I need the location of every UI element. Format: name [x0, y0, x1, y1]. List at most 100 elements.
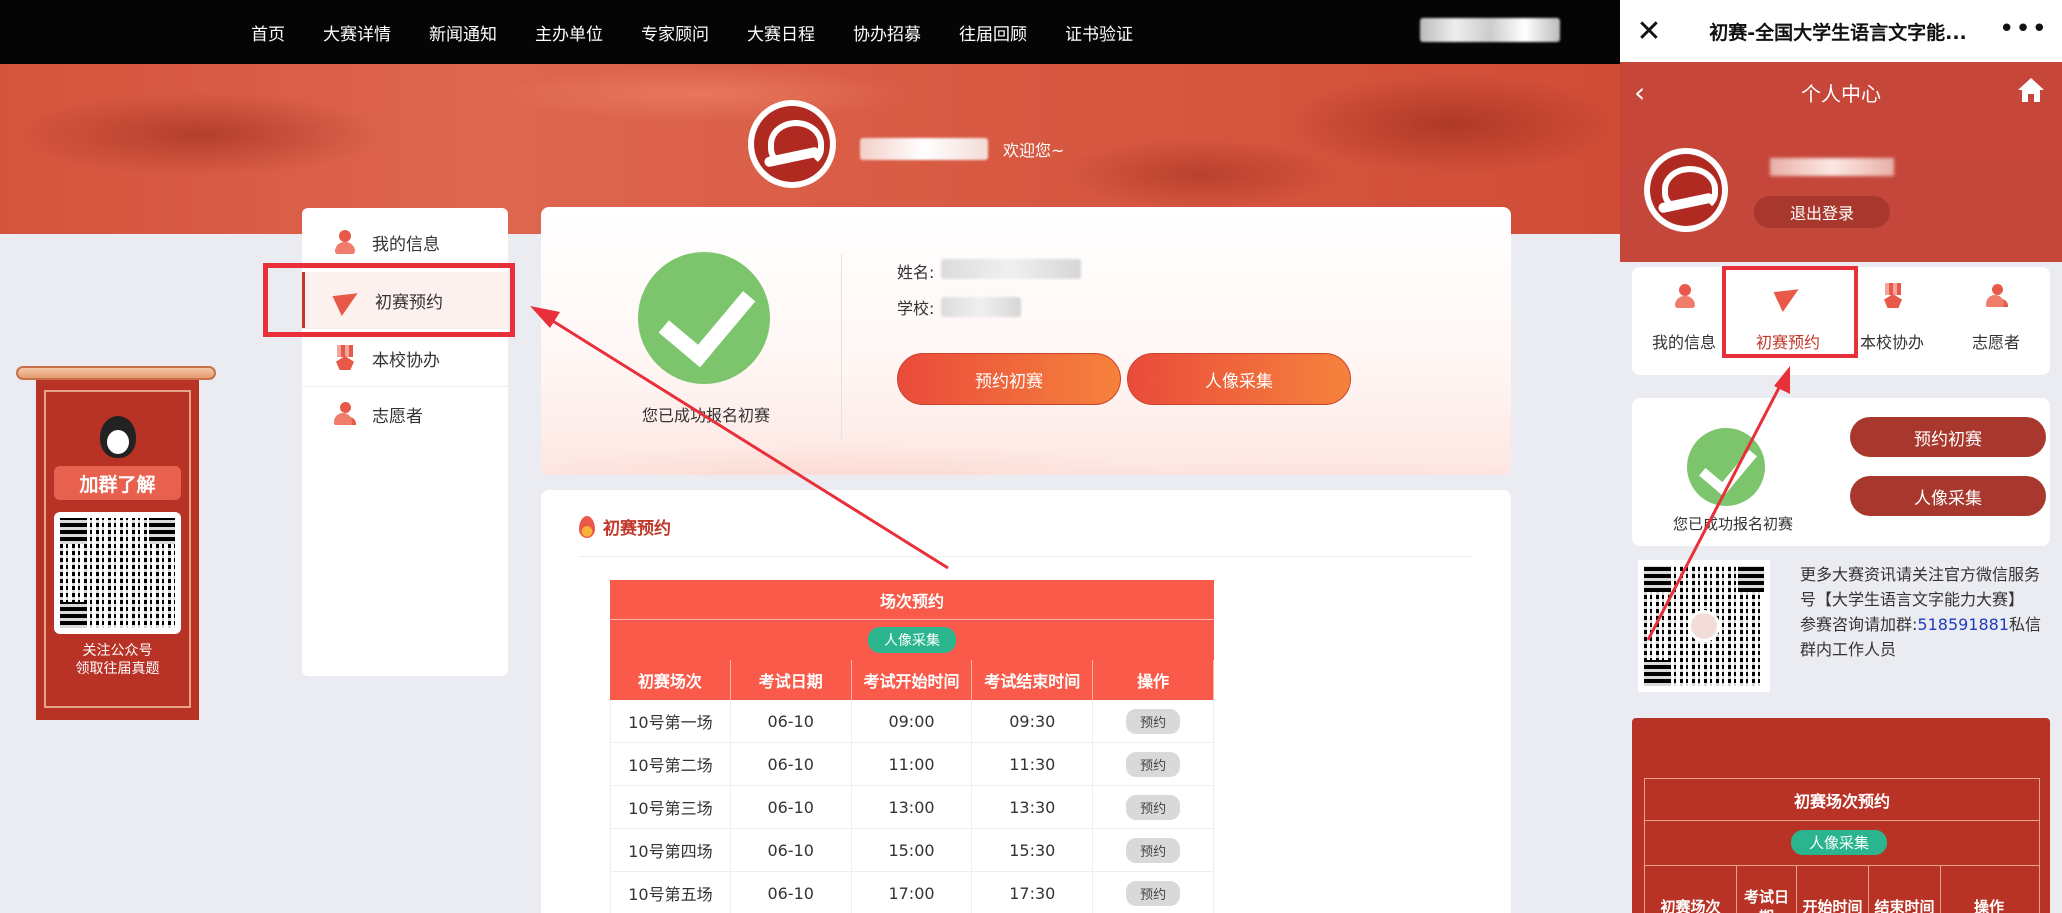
reserve-button[interactable]: 预约	[1126, 751, 1181, 777]
mobile-highlight-annotation-box	[1722, 266, 1858, 358]
medal-icon	[1880, 283, 1906, 309]
end-time-cell: 15:30	[972, 829, 1094, 872]
mobile-reserve-preliminary-button[interactable]: 预约初赛	[1850, 417, 2046, 457]
reserve-button[interactable]: 预约	[1126, 708, 1181, 734]
date-cell: 06-10	[731, 872, 852, 913]
nav-past-review[interactable]: 往届回顾	[940, 20, 1046, 45]
mobile-photo-collection-button[interactable]: 人像采集	[1850, 476, 2046, 516]
back-chevron-icon[interactable]: ‹	[1634, 76, 1658, 109]
table-subheader: 人像采集	[610, 620, 1214, 660]
join-group-button[interactable]: 加群了解	[54, 466, 181, 500]
more-options-icon[interactable]: •••	[1999, 14, 2048, 44]
date-cell: 06-10	[730, 829, 852, 872]
qq-penguin-icon	[100, 416, 136, 458]
user-account-redacted[interactable]	[1420, 18, 1560, 42]
table-row: 10号第二场 06-10 11:00 11:30 预约	[610, 743, 1214, 786]
reserve-button[interactable]: 预约	[1126, 880, 1181, 906]
avatar	[1644, 148, 1728, 232]
mobile-status-text: 您已成功报名初赛	[1672, 515, 1793, 533]
caption-line: 关注公众号	[82, 643, 153, 659]
close-icon[interactable]: ✕	[1632, 14, 1666, 49]
mobile-resv-header-row: 初赛场次 考试日期 开始时间 结束时间 操作	[1645, 865, 2039, 913]
flame-icon	[579, 515, 595, 538]
action-cell: 预约	[1093, 700, 1214, 743]
mobile-reservation-panel: 初赛场次预约 人像采集 初赛场次 考试日期 开始时间 结束时间 操作	[1632, 718, 2050, 913]
reservation-section-title: 初赛预约	[579, 514, 671, 539]
date-cell: 06-10	[730, 786, 852, 829]
end-time-cell: 13:30	[972, 786, 1094, 829]
column-header: 操作	[1973, 897, 2004, 913]
session-cell: 10号第三场	[610, 786, 731, 829]
photo-collection-pill[interactable]: 人像采集	[868, 627, 956, 653]
table-row: 10号第五场 06-10 17:00 17:30 预约	[610, 872, 1214, 913]
volunteer-icon	[1984, 283, 2010, 309]
reservation-title-text: 初赛预约	[603, 519, 671, 539]
home-icon[interactable]	[2016, 76, 2046, 104]
qq-group-banner[interactable]: 加群了解 关注公众号 领取往届真题	[16, 366, 216, 720]
table-header-row: 初赛场次 考试日期 考试开始时间 考试结束时间 操作	[610, 660, 1214, 700]
person-icon	[1672, 283, 1698, 309]
mobile-contact-info: 更多大赛资讯请关注官方微信服务号【大学生语言文字能力大赛】 参赛咨询请加群:51…	[1632, 560, 2050, 700]
mobile-registration-status-card: 您已成功报名初赛 预约初赛 人像采集	[1632, 398, 2050, 546]
name-label: 姓名:	[897, 263, 935, 282]
nav-certificate-verify[interactable]: 证书验证	[1046, 20, 1152, 45]
end-time-cell: 11:30	[972, 743, 1094, 786]
action-cell: 预约	[1093, 786, 1214, 829]
start-time-cell: 11:00	[851, 743, 973, 786]
end-time-cell: 09:30	[972, 700, 1094, 743]
desktop-view: 首页 大赛详情 新闻通知 主办单位 专家顾问 大赛日程 协办招募 往届回顾 证书…	[0, 0, 1620, 913]
start-time-cell: 09:00	[851, 700, 973, 743]
logout-button[interactable]: 退出登录	[1754, 196, 1890, 228]
mobile-photo-collection-pill[interactable]: 人像采集	[1791, 830, 1888, 855]
nav-home[interactable]: 首页	[232, 20, 304, 45]
side-item-volunteer[interactable]: 志愿者	[302, 386, 508, 442]
side-item-label: 本校协办	[372, 350, 440, 371]
top-navigation: 首页 大赛详情 新闻通知 主办单位 专家顾问 大赛日程 协办招募 往届回顾 证书…	[0, 0, 1620, 64]
column-header: 考试日期	[1737, 866, 1797, 913]
nav-experts[interactable]: 专家顾问	[622, 20, 728, 45]
side-item-label: 志愿者	[372, 406, 423, 427]
session-cell: 10号第一场	[610, 700, 731, 743]
side-item-label: 我的信息	[372, 234, 440, 255]
column-header: 结束时间	[1869, 866, 1941, 913]
end-time-cell: 17:30	[972, 872, 1094, 913]
mobile-username-redacted	[1770, 158, 1894, 176]
reserve-button[interactable]: 预约	[1126, 794, 1181, 820]
mobile-info-text: 更多大赛资讯请关注官方微信服务号【大学生语言文字能力大赛】 参赛咨询请加群:51…	[1800, 562, 2050, 662]
mobile-tab-volunteer[interactable]: 志愿者	[1944, 267, 2048, 375]
contest-logo	[748, 100, 836, 188]
qq-banner-caption: 关注公众号 领取往届真题	[36, 642, 199, 678]
highlight-annotation-box	[263, 263, 515, 337]
action-cell: 预约	[1093, 829, 1214, 872]
mobile-page-title: 个人中心	[1801, 82, 1881, 106]
mobile-tab-my-info[interactable]: 我的信息	[1632, 267, 1736, 375]
nav-news[interactable]: 新闻通知	[410, 20, 516, 45]
side-item-school-co-organize[interactable]: 本校协办	[302, 330, 508, 386]
tab-label: 我的信息	[1651, 333, 1716, 352]
start-time-cell: 15:00	[851, 829, 973, 872]
mobile-window-title: 初赛-全国大学生语言文字能...	[1709, 22, 1967, 44]
mobile-resv-title: 初赛场次预约	[1645, 779, 2039, 821]
action-cell: 预约	[1093, 872, 1214, 913]
action-cell: 预约	[1093, 743, 1214, 786]
nav-links: 首页 大赛详情 新闻通知 主办单位 专家顾问 大赛日程 协办招募 往届回顾 证书…	[232, 0, 1152, 64]
photo-collection-button[interactable]: 人像采集	[1127, 353, 1351, 405]
welcome-text: 欢迎您~	[1003, 141, 1065, 160]
table-row: 10号第四场 06-10 15:00 15:30 预约	[610, 829, 1214, 872]
school-value-redacted	[941, 297, 1021, 317]
group-number-link[interactable]: 518591881	[1917, 615, 2009, 634]
tab-label: 志愿者	[1971, 333, 2020, 352]
nav-schedule[interactable]: 大赛日程	[728, 20, 834, 45]
nav-contest-details[interactable]: 大赛详情	[304, 20, 410, 45]
session-cell: 10号第四场	[610, 829, 731, 872]
nav-organizers[interactable]: 主办单位	[516, 20, 622, 45]
start-time-cell: 17:00	[852, 872, 973, 913]
caption-line: 领取往届真题	[75, 661, 160, 677]
mobile-window-bar: ✕ 初赛-全国大学生语言文字能... •••	[1620, 0, 2062, 62]
nav-co-organizer-recruit[interactable]: 协办招募	[834, 20, 940, 45]
side-item-my-info[interactable]: 我的信息	[302, 214, 508, 270]
reservation-card: 初赛预约 场次预约 人像采集 初赛场次 考试日期 考试开始时间 考试结束时间 操…	[541, 490, 1511, 913]
reserve-preliminary-button[interactable]: 预约初赛	[897, 353, 1121, 405]
reserve-button[interactable]: 预约	[1126, 837, 1181, 863]
mobile-view: ✕ 初赛-全国大学生语言文字能... ••• ‹ 个人中心 退出登录 我的信息 …	[1620, 0, 2062, 913]
